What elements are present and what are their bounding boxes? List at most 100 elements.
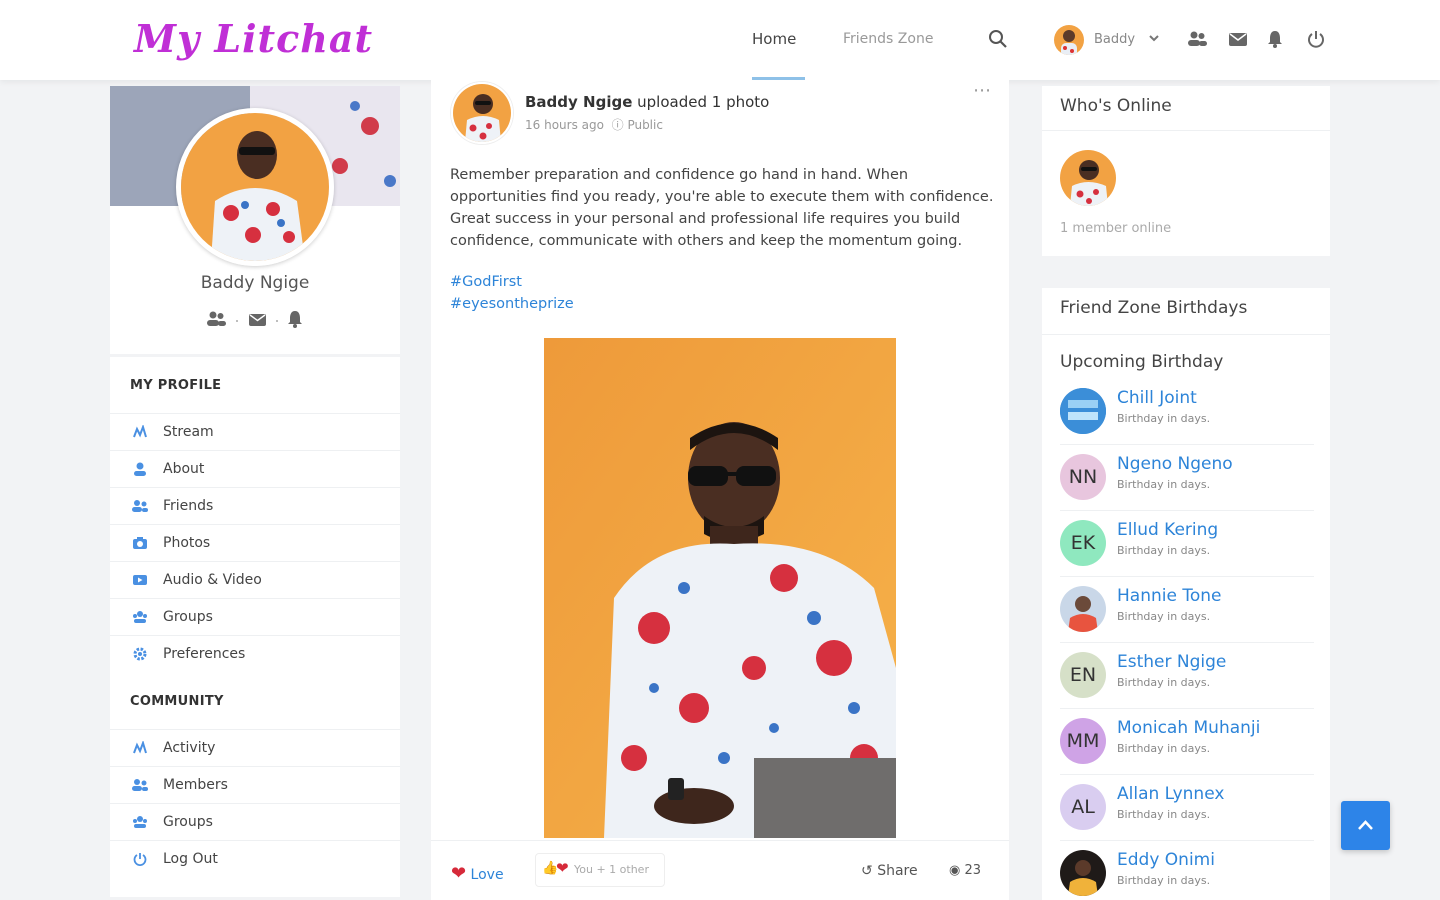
power-icon[interactable] bbox=[1305, 28, 1327, 50]
section-title-my-profile: MY PROFILE bbox=[130, 378, 222, 393]
bell-icon[interactable] bbox=[1264, 28, 1286, 50]
globe-icon: ⓘ bbox=[611, 118, 624, 132]
birthday-item: EK Ellud Kering Birthday in days. bbox=[1060, 510, 1314, 574]
member-name-link[interactable]: Chill Joint bbox=[1117, 388, 1197, 408]
groups-icon bbox=[133, 611, 147, 623]
member-name-link[interactable]: Ngeno Ngeno bbox=[1117, 454, 1233, 474]
profile-avatar[interactable] bbox=[176, 108, 334, 266]
member-avatar[interactable] bbox=[1060, 388, 1106, 434]
menu-item-stream[interactable]: Stream bbox=[110, 413, 400, 449]
header-username[interactable]: Baddy bbox=[1094, 32, 1135, 47]
heart-icon: ❤ bbox=[451, 863, 467, 884]
bell-icon[interactable] bbox=[288, 311, 302, 328]
chevron-down-icon[interactable] bbox=[1146, 30, 1162, 46]
share-label: Share bbox=[877, 863, 918, 879]
friends-icon[interactable] bbox=[1186, 28, 1208, 50]
section-title-community: COMMUNITY bbox=[130, 694, 224, 709]
menu-item-log-out[interactable]: Log Out bbox=[110, 840, 400, 876]
mail-icon[interactable] bbox=[1227, 28, 1249, 50]
mail-icon[interactable] bbox=[249, 314, 266, 326]
divider bbox=[1042, 130, 1330, 131]
power-icon bbox=[133, 853, 147, 866]
user-icon bbox=[134, 462, 146, 476]
online-member-avatar[interactable] bbox=[1060, 150, 1116, 206]
menu-item-groups[interactable]: Groups bbox=[110, 598, 400, 634]
birthday-item: MM Monicah Muhanji Birthday in days. bbox=[1060, 708, 1314, 772]
member-avatar[interactable]: NN bbox=[1060, 454, 1106, 500]
member-avatar[interactable]: EN bbox=[1060, 652, 1106, 698]
menu-item-about[interactable]: About bbox=[110, 450, 400, 486]
post-text: Remember preparation and confidence go h… bbox=[450, 167, 994, 249]
hashtag-link[interactable]: #GodFirst bbox=[450, 274, 522, 290]
menu-item-activity[interactable]: Activity bbox=[110, 729, 400, 765]
member-avatar[interactable]: EK bbox=[1060, 520, 1106, 566]
nav-friends-zone[interactable]: Friends Zone bbox=[843, 31, 933, 47]
divider bbox=[1060, 642, 1314, 643]
online-count: 1 member online bbox=[1060, 221, 1172, 236]
profile-menu: MY PROFILE Stream About Friends Photos A… bbox=[110, 357, 400, 897]
post-more-options-icon[interactable]: ⋯ bbox=[973, 80, 992, 101]
menu-item-label: Friends bbox=[163, 498, 214, 514]
heart-icon: ❤ bbox=[556, 859, 569, 877]
profile-card: Baddy Ngige bbox=[110, 86, 400, 354]
love-button[interactable]: ❤ Love bbox=[451, 863, 504, 884]
post-header-text: Baddy Ngige uploaded 1 photo bbox=[525, 93, 769, 111]
member-avatar[interactable]: MM bbox=[1060, 718, 1106, 764]
divider bbox=[1060, 840, 1314, 841]
nav-home[interactable]: Home bbox=[752, 30, 796, 48]
menu-item-community-groups[interactable]: Groups bbox=[110, 803, 400, 839]
birthday-note: Birthday in days. bbox=[1117, 874, 1211, 887]
member-name-link[interactable]: Monicah Muhanji bbox=[1117, 718, 1260, 738]
birthdays-widget: Friend Zone Birthdays Upcoming Birthday … bbox=[1042, 288, 1330, 900]
post-author-link[interactable]: Baddy Ngige bbox=[525, 93, 632, 111]
post-time[interactable]: 16 hours ago bbox=[525, 118, 604, 132]
menu-item-audio-video[interactable]: Audio & Video bbox=[110, 561, 400, 597]
friends-icon bbox=[132, 500, 148, 512]
share-button[interactable]: ↺ Share bbox=[861, 863, 918, 879]
member-name-link[interactable]: Eddy Onimi bbox=[1117, 850, 1215, 870]
birthday-note: Birthday in days. bbox=[1117, 676, 1211, 689]
profile-name[interactable]: Baddy Ngige bbox=[110, 273, 400, 293]
views-value: 23 bbox=[964, 863, 982, 878]
views-count: ◉ 23 bbox=[949, 863, 981, 878]
post-author-avatar[interactable] bbox=[451, 82, 513, 144]
menu-item-label: About bbox=[163, 461, 205, 477]
birthday-item: NN Ngeno Ngeno Birthday in days. bbox=[1060, 444, 1314, 508]
reactions-text: You + 1 other bbox=[574, 863, 649, 876]
divider bbox=[1042, 334, 1330, 335]
hashtag-link[interactable]: #eyesontheprize bbox=[450, 296, 574, 312]
menu-item-members[interactable]: Members bbox=[110, 766, 400, 802]
birthday-item: Eddy Onimi Birthday in days. bbox=[1060, 840, 1314, 900]
member-name-link[interactable]: Esther Ngige bbox=[1117, 652, 1226, 672]
groups-icon bbox=[133, 816, 147, 828]
menu-item-label: Groups bbox=[163, 609, 213, 625]
header-avatar[interactable] bbox=[1054, 25, 1084, 55]
video-icon bbox=[133, 575, 147, 585]
menu-item-friends[interactable]: Friends bbox=[110, 487, 400, 523]
member-name-link[interactable]: Allan Lynnex bbox=[1117, 784, 1224, 804]
scroll-to-top-button[interactable] bbox=[1341, 801, 1390, 850]
profile-quick-links bbox=[207, 311, 302, 328]
member-name-link[interactable]: Ellud Kering bbox=[1117, 520, 1218, 540]
member-avatar[interactable] bbox=[1060, 850, 1106, 896]
birthday-note: Birthday in days. bbox=[1117, 610, 1211, 623]
menu-item-preferences[interactable]: Preferences bbox=[110, 635, 400, 671]
share-icon: ↺ bbox=[861, 863, 873, 879]
menu-item-photos[interactable]: Photos bbox=[110, 524, 400, 560]
menu-item-label: Activity bbox=[163, 740, 216, 756]
reactions-summary[interactable]: 👍 ❤ You + 1 other bbox=[535, 853, 665, 887]
stream-icon bbox=[133, 425, 147, 438]
birthday-item: Hannie Tone Birthday in days. bbox=[1060, 576, 1314, 640]
birthday-note: Birthday in days. bbox=[1117, 412, 1211, 425]
site-logo[interactable]: My Litchat bbox=[134, 16, 373, 61]
widget-title: Friend Zone Birthdays bbox=[1060, 298, 1248, 318]
friends-icon[interactable] bbox=[207, 311, 226, 327]
member-avatar[interactable]: AL bbox=[1060, 784, 1106, 830]
birthday-note: Birthday in days. bbox=[1117, 544, 1211, 557]
member-avatar[interactable] bbox=[1060, 586, 1106, 632]
member-name-link[interactable]: Hannie Tone bbox=[1117, 586, 1221, 606]
whos-online-widget: Who's Online 1 member online bbox=[1042, 86, 1330, 256]
post-photo[interactable] bbox=[544, 338, 896, 838]
birthday-item: EN Esther Ngige Birthday in days. bbox=[1060, 642, 1314, 706]
search-icon[interactable] bbox=[987, 28, 1009, 50]
